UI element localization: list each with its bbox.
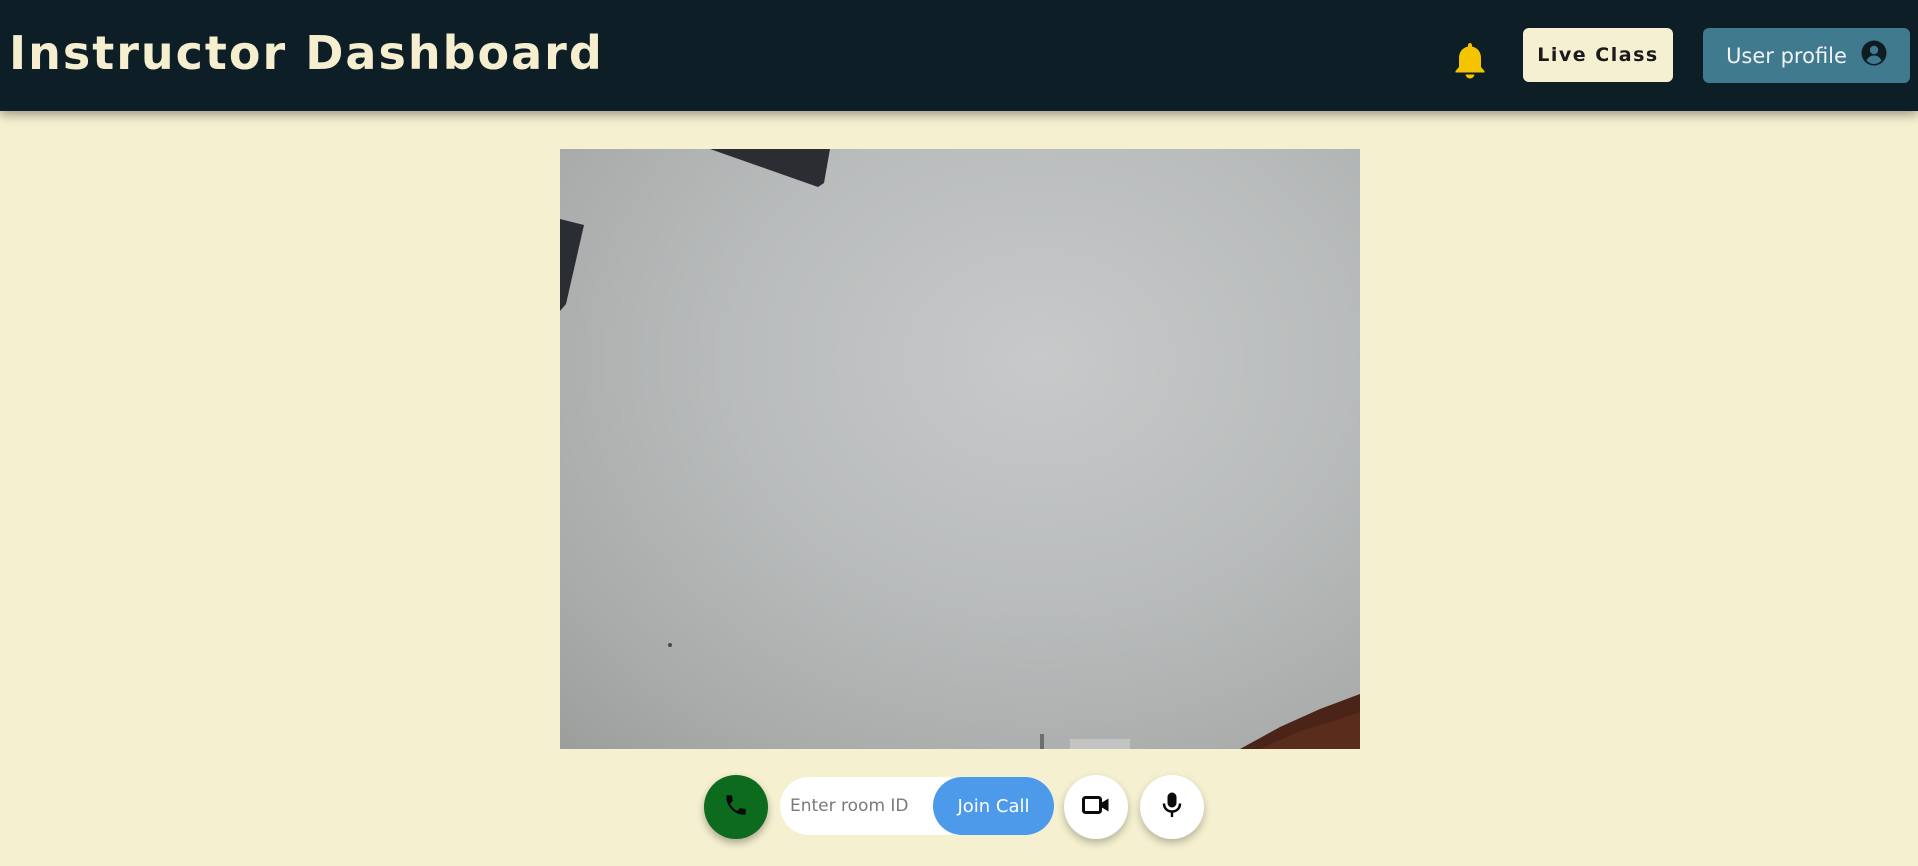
user-profile-label: User profile [1726,43,1847,68]
room-id-input[interactable] [790,785,938,827]
phone-icon [723,792,749,822]
call-button[interactable] [704,775,768,839]
bell-icon[interactable] [1452,40,1488,80]
microphone-toggle-button[interactable] [1140,775,1204,839]
join-call-button[interactable]: Join Call [933,777,1054,835]
call-controls: Join Call [704,773,1204,839]
microphone-icon [1161,791,1183,823]
top-bar: Instructor Dashboard Live Class User pro… [0,0,1918,111]
page-title: Instructor Dashboard [9,26,604,80]
video-camera-icon [1082,795,1110,819]
camera-feed [560,149,1360,749]
user-profile-button[interactable]: User profile [1703,28,1910,83]
camera-toggle-button[interactable] [1064,775,1128,839]
live-class-button[interactable]: Live Class [1523,28,1673,82]
user-circle-icon [1861,40,1887,71]
video-preview [560,149,1360,749]
